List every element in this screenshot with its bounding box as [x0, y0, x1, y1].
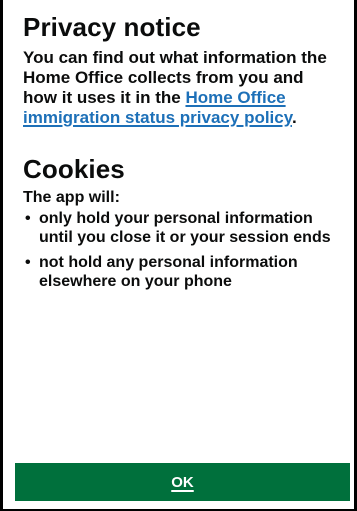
- privacy-notice-paragraph: You can find out what information the Ho…: [23, 48, 340, 128]
- ok-button-label[interactable]: OK: [171, 474, 194, 491]
- cookies-intro: The app will:: [23, 189, 120, 206]
- app-screen: Privacy notice You can find out what inf…: [0, 0, 357, 511]
- bullet-icon: •: [25, 210, 31, 227]
- cookies-heading: Cookies: [23, 154, 125, 184]
- ok-button[interactable]: OK: [15, 463, 350, 501]
- list-item: • only hold your personal information unt…: [23, 209, 340, 247]
- privacy-text-end: .: [291, 108, 297, 127]
- bullet-icon: •: [25, 254, 31, 271]
- list-item-text: not hold any personal information elsewh…: [39, 254, 298, 290]
- cookies-list: • only hold your personal information unt…: [23, 209, 340, 291]
- privacy-notice-heading: Privacy notice: [23, 12, 201, 42]
- main-content: Privacy notice You can find out what inf…: [23, 12, 340, 297]
- list-item: • not hold any personal information elsew…: [23, 253, 340, 291]
- list-item-text: only hold your personal information unti…: [39, 210, 331, 246]
